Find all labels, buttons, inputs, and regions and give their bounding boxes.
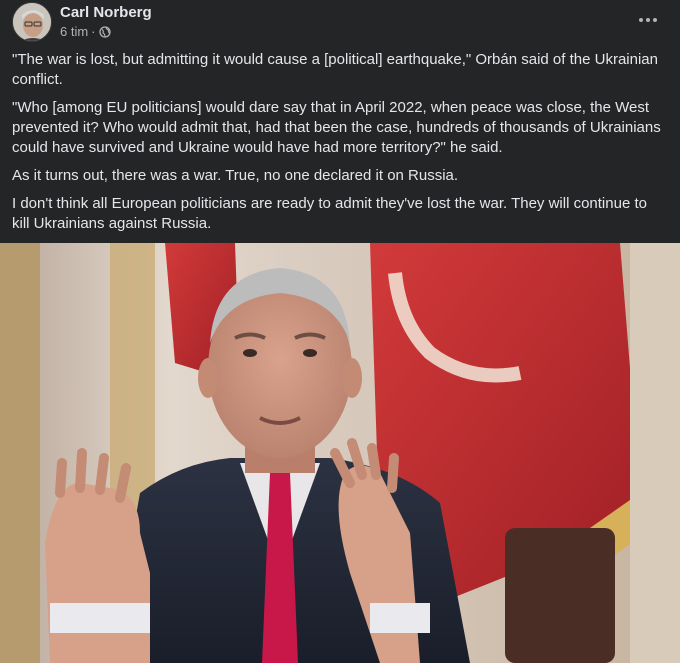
post-photo[interactable]	[0, 243, 680, 663]
post-paragraph: "Who [among EU politicians] would dare s…	[12, 99, 661, 156]
author-name[interactable]: Carl Norberg	[60, 4, 152, 21]
post-paragraph: I don't think all European politicians a…	[12, 195, 647, 232]
more-dot	[646, 18, 650, 22]
author-avatar[interactable]	[12, 2, 52, 42]
post-paragraph: "The war is lost, but admitting it would…	[12, 51, 658, 88]
more-dot	[653, 18, 657, 22]
post-header: Carl Norberg 6 tim ·	[12, 0, 668, 44]
post-meta: 6 tim ·	[60, 24, 111, 39]
post-timestamp[interactable]: 6 tim	[60, 24, 88, 39]
post-text: "The war is lost, but admitting it would…	[12, 50, 668, 242]
post-paragraph: As it turns out, there was a war. True, …	[12, 167, 459, 184]
more-dot	[639, 18, 643, 22]
meta-separator: ·	[91, 24, 96, 39]
more-options-icon[interactable]	[634, 8, 662, 32]
facebook-post: Carl Norberg 6 tim · "The war is lost, b…	[0, 0, 680, 663]
photo-image	[0, 243, 680, 663]
avatar-image	[13, 3, 51, 41]
globe-icon	[98, 25, 111, 38]
